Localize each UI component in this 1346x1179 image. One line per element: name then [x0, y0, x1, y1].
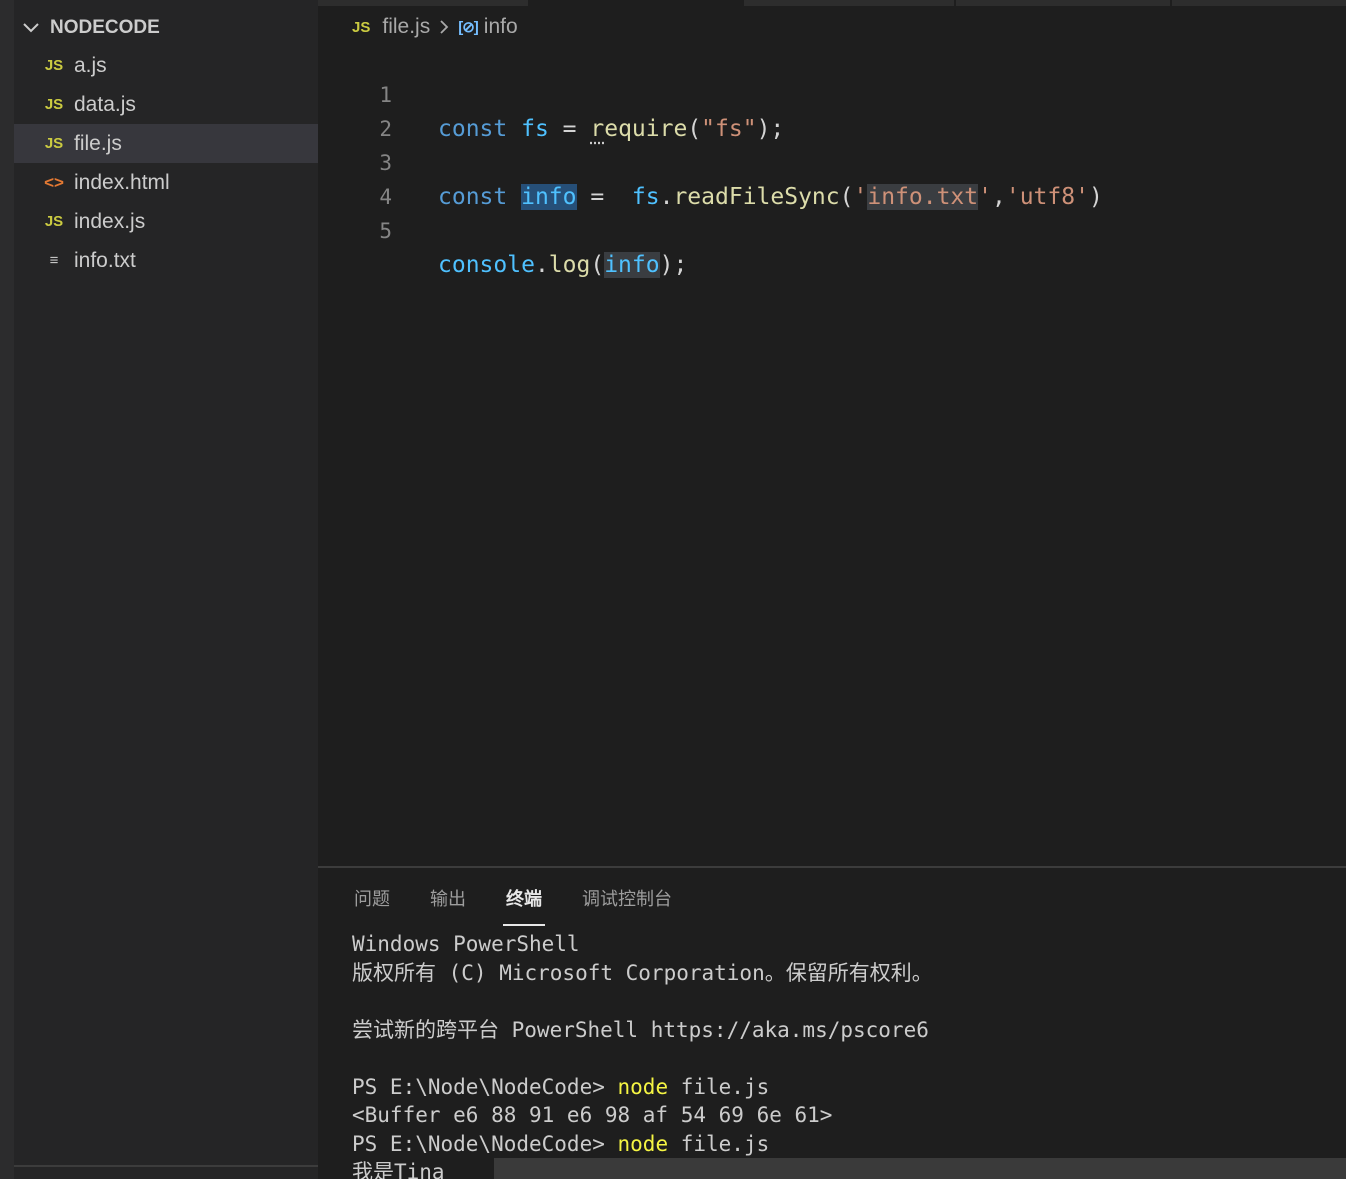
code-editor[interactable]: JS file.js [⊘] info 1 const fs = require…: [318, 0, 1346, 866]
file-name: a.js: [74, 53, 107, 77]
variable-token-occurrence: info: [604, 252, 660, 278]
line-number: 5: [379, 219, 392, 243]
breadcrumb-file[interactable]: file.js: [382, 15, 430, 39]
terminal-line: <Buffer e6 88 91 e6 98 af 54 69 6e 61>: [352, 1103, 833, 1127]
code-line: 2: [318, 78, 1346, 141]
chevron-down-icon: [23, 23, 39, 33]
tab-terminal[interactable]: 终端: [503, 884, 545, 926]
punct-token: (: [590, 252, 605, 278]
file-item-a-js[interactable]: JS a.js: [14, 46, 318, 85]
file-item-file-js[interactable]: JS file.js: [14, 124, 318, 163]
terminal-line: 版权所有 (C) Microsoft Corporation。保留所有权利。: [352, 960, 933, 985]
terminal-line: Windows PowerShell: [352, 932, 580, 956]
terminal-prompt: PS E:\Node\NodeCode>: [352, 1131, 618, 1156]
editor-tab-edge[interactable]: [744, 0, 954, 6]
file-item-index-js[interactable]: JS index.js: [14, 202, 318, 241]
tab-problems[interactable]: 问题: [354, 884, 390, 926]
js-file-icon: JS: [44, 57, 64, 74]
file-tree: JS a.js JS data.js JS file.js <> index.h…: [14, 46, 318, 280]
explorer-folder-header[interactable]: NODECODE: [22, 14, 160, 42]
panel-tabs: 问题 输出 终端 调试控制台: [354, 884, 712, 930]
terminal-argument: file.js: [668, 1074, 770, 1099]
js-file-icon: JS: [352, 18, 371, 36]
explorer-folder-name: NODECODE: [50, 17, 160, 38]
punct-token: );: [659, 252, 688, 278]
terminal-command: node: [617, 1131, 669, 1156]
code-line: 4: [318, 146, 1346, 209]
terminal-line: 尝试新的跨平台 PowerShell https://aka.ms/pscore…: [352, 1017, 929, 1042]
file-item-info-txt[interactable]: ≡ info.txt: [14, 241, 318, 280]
terminal-prompt-line: PS E:\Node\NodeCode> node file.js: [352, 1130, 1332, 1159]
variable-symbol-icon: [⊘]: [458, 19, 479, 36]
file-item-index-html[interactable]: <> index.html: [14, 163, 318, 202]
html-file-icon: <>: [44, 172, 64, 192]
terminal-argument: file.js: [668, 1131, 770, 1156]
terminal-prompt-line: PS E:\Node\NodeCode> node file.js: [352, 1073, 1332, 1102]
breadcrumb-symbol[interactable]: info: [484, 15, 518, 39]
file-name: index.html: [74, 170, 170, 194]
bottom-panel: 问题 输出 终端 调试控制台 Windows PowerShell 版权所有 (…: [318, 866, 1346, 1179]
tab-debug-console[interactable]: 调试控制台: [582, 884, 672, 926]
code-line: 1 const fs = require("fs");: [318, 44, 1346, 142]
punct-token: .: [534, 252, 549, 278]
variable-token: console: [438, 252, 535, 278]
js-file-icon: JS: [44, 213, 64, 230]
code-lines[interactable]: 1 const fs = require("fs"); 2 3 const in…: [318, 44, 1346, 278]
code-line: 3 const info = fs.readFileSync('info.txt…: [318, 112, 1346, 210]
js-file-icon: JS: [44, 96, 64, 113]
terminal-command: node: [617, 1074, 669, 1099]
vscode-window: NODECODE JS a.js JS data.js JS file.js <…: [0, 0, 1346, 1179]
file-name: file.js: [74, 131, 122, 155]
file-name: info.txt: [74, 248, 136, 272]
file-name: index.js: [74, 209, 146, 233]
file-name: data.js: [74, 92, 136, 116]
code-line: 5 console.log(info);: [318, 180, 1346, 278]
terminal-output[interactable]: Windows PowerShell 版权所有 (C) Microsoft Co…: [352, 930, 1332, 1179]
terminal-prompt: PS E:\Node\NodeCode>: [352, 1074, 618, 1099]
tab-output[interactable]: 输出: [430, 884, 466, 926]
chevron-right-icon: [440, 20, 449, 34]
function-token: log: [548, 252, 591, 278]
breadcrumb: JS file.js [⊘] info: [352, 12, 518, 42]
horizontal-scrollbar[interactable]: [494, 1158, 1346, 1179]
explorer-sidebar: NODECODE JS a.js JS data.js JS file.js <…: [0, 0, 318, 1179]
text-file-icon: ≡: [49, 252, 59, 269]
js-file-icon: JS: [44, 135, 64, 152]
editor-tab-edge[interactable]: [956, 0, 1170, 6]
editor-tab-edge[interactable]: [1172, 0, 1346, 6]
file-item-data-js[interactable]: JS data.js: [14, 85, 318, 124]
sidebar-divider: [14, 1165, 318, 1167]
activity-bar-edge: [0, 0, 14, 1179]
editor-tab-edge[interactable]: [318, 0, 528, 6]
